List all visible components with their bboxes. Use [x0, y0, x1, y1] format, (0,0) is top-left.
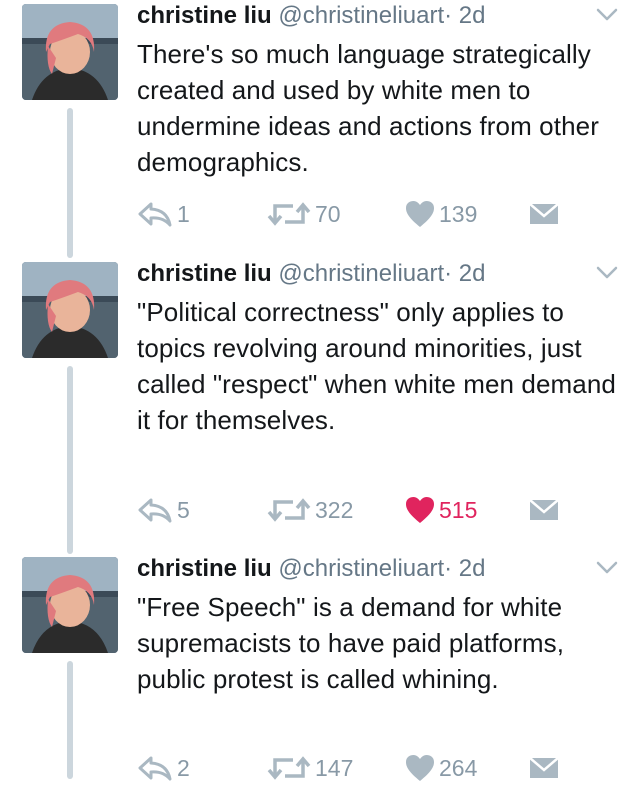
like-count: 515	[439, 496, 478, 523]
reply-count: 5	[177, 496, 190, 523]
tweet-text: There's so much language strategically c…	[137, 39, 599, 177]
direct-message-button[interactable]	[529, 197, 559, 231]
like-button[interactable]: 515	[405, 493, 477, 527]
author-handle[interactable]: @christineliuart	[278, 2, 444, 29]
tweet-actions: 2 147 264	[137, 751, 617, 785]
avatar[interactable]	[22, 262, 118, 358]
author-handle[interactable]: @christineliuart	[278, 260, 444, 287]
heart-icon	[406, 497, 434, 523]
reply-icon	[138, 498, 172, 523]
heart-icon	[406, 201, 434, 227]
retweet-button[interactable]: 70	[267, 197, 341, 231]
retweet-icon	[267, 756, 311, 780]
chevron-down-icon[interactable]	[596, 266, 618, 280]
reply-icon	[138, 202, 172, 227]
tweet-1[interactable]: christine liu @christineliuart· 2d There…	[0, 0, 640, 258]
reply-icon	[138, 756, 172, 781]
direct-message-icon	[529, 203, 559, 224]
tweet-text: "Political correctness" only applies to …	[137, 297, 616, 435]
like-button[interactable]: 139	[405, 197, 477, 231]
tweet-actions: 1 70 139	[137, 197, 617, 231]
author-name[interactable]: christine liu	[137, 260, 272, 287]
chevron-down-icon[interactable]	[596, 561, 618, 575]
timestamp[interactable]: 2d	[459, 555, 486, 582]
thread-line	[67, 108, 73, 258]
like-count: 264	[439, 754, 478, 781]
retweet-count: 147	[315, 754, 354, 781]
tweet-header: christine liu @christineliuart· 2d	[137, 2, 486, 30]
timestamp[interactable]: 2d	[459, 260, 486, 287]
reply-button[interactable]: 2	[137, 751, 190, 785]
direct-message-icon	[529, 757, 559, 778]
timestamp[interactable]: 2d	[459, 2, 486, 29]
separator-dot: ·	[444, 2, 453, 29]
tweet-3[interactable]: christine liu @christineliuart· 2d "Free…	[0, 553, 640, 781]
chevron-down-icon[interactable]	[596, 8, 618, 22]
retweet-button[interactable]: 322	[267, 493, 353, 527]
tweet-header: christine liu @christineliuart· 2d	[137, 555, 486, 583]
author-name[interactable]: christine liu	[137, 2, 272, 29]
like-button[interactable]: 264	[405, 751, 477, 785]
retweet-button[interactable]: 147	[267, 751, 353, 785]
avatar[interactable]	[22, 4, 118, 100]
like-count: 139	[439, 200, 478, 227]
retweet-count: 322	[315, 496, 354, 523]
separator-dot: ·	[444, 555, 453, 582]
thread-line	[67, 366, 73, 554]
tweet-actions: 5 322 515	[137, 493, 617, 527]
reply-button[interactable]: 5	[137, 493, 190, 527]
retweet-count: 70	[315, 200, 341, 227]
direct-message-button[interactable]	[529, 493, 559, 527]
avatar[interactable]	[22, 557, 118, 653]
reply-count: 2	[177, 754, 190, 781]
reply-count: 1	[177, 200, 190, 227]
direct-message-icon	[529, 499, 559, 520]
retweet-icon	[267, 498, 311, 522]
retweet-icon	[267, 202, 311, 226]
tweet-text: "Free Speech" is a demand for white supr…	[137, 592, 565, 694]
direct-message-button[interactable]	[529, 751, 559, 785]
author-name[interactable]: christine liu	[137, 555, 272, 582]
separator-dot: ·	[444, 260, 453, 287]
author-handle[interactable]: @christineliuart	[278, 555, 444, 582]
heart-icon	[406, 755, 434, 781]
thread-line	[67, 661, 73, 779]
tweet-header: christine liu @christineliuart· 2d	[137, 260, 486, 288]
reply-button[interactable]: 1	[137, 197, 190, 231]
tweet-2[interactable]: christine liu @christineliuart· 2d "Poli…	[0, 258, 640, 554]
